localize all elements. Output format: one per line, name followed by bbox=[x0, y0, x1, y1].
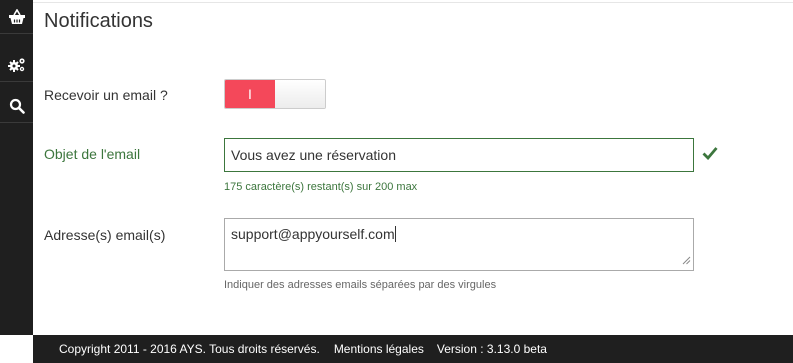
toggle-on-segment: I bbox=[225, 80, 275, 108]
footer: Copyright 2011 - 2016 AYS. Tous droits r… bbox=[33, 335, 793, 363]
toggle-off-segment bbox=[275, 80, 325, 108]
resize-handle-icon[interactable] bbox=[682, 252, 691, 268]
sidebar-item-search[interactable] bbox=[0, 89, 33, 123]
email-addresses-textarea[interactable]: support@appyourself.com bbox=[224, 218, 694, 271]
email-subject-input[interactable]: Vous avez une réservation bbox=[224, 138, 694, 172]
basket-icon bbox=[8, 8, 26, 25]
footer-legal-link[interactable]: Mentions légales bbox=[334, 342, 424, 356]
sidebar-item-settings[interactable] bbox=[0, 48, 33, 82]
email-subject-help: 175 caractère(s) restant(s) sur 200 max bbox=[224, 181, 418, 193]
email-addresses-help: Indiquer des adresses emails séparées pa… bbox=[224, 279, 497, 291]
search-icon bbox=[9, 98, 25, 114]
receive-email-label: Recevoir un email ? bbox=[44, 87, 168, 103]
sidebar-item-basket[interactable] bbox=[0, 0, 33, 34]
email-addresses-label: Adresse(s) email(s) bbox=[44, 227, 166, 243]
receive-email-toggle[interactable]: I bbox=[224, 79, 326, 109]
checkmark-icon bbox=[702, 146, 718, 165]
footer-version: Version : 3.13.0 beta bbox=[436, 342, 547, 356]
section-title: Notifications bbox=[44, 10, 153, 32]
gears-icon bbox=[7, 57, 26, 73]
divider bbox=[33, 2, 793, 3]
email-subject-value: Vous avez une réservation bbox=[231, 147, 396, 163]
main-panel: Notifications Recevoir un email ? I Obje… bbox=[33, 0, 793, 335]
footer-copyright: Copyright 2011 - 2016 AYS. Tous droits r… bbox=[59, 342, 320, 356]
sidebar bbox=[0, 0, 33, 335]
email-addresses-value: support@appyourself.com bbox=[231, 226, 395, 242]
text-caret bbox=[394, 226, 396, 242]
email-subject-label: Objet de l'email bbox=[44, 146, 141, 162]
